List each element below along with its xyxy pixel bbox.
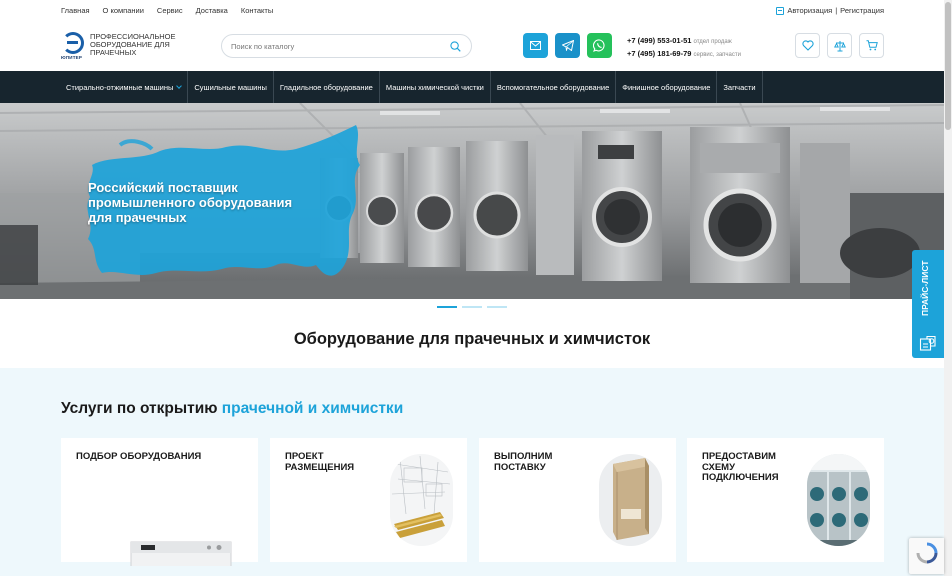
top-bar: Главная О компании Сервис Доставка Конта… (0, 0, 944, 20)
register-link[interactable]: Регистрация (840, 6, 884, 15)
delivery-box-image (599, 454, 662, 546)
slider-dot-2[interactable] (462, 306, 482, 308)
telegram-button[interactable] (555, 33, 580, 58)
search-box (221, 34, 472, 58)
phone-sales[interactable]: +7 (499) 553-01-51 (627, 36, 691, 45)
slider-dot-3[interactable] (487, 306, 507, 308)
services-title: Услуги по открытию прачечной и химчистки (61, 400, 403, 418)
logo[interactable]: ЮПИТЕР Профессиональное оборудование для… (61, 32, 180, 60)
chevron-down-icon (176, 82, 183, 89)
service-card-label: Подбор оборудования (76, 451, 202, 462)
header: ЮПИТЕР Профессиональное оборудование для… (0, 20, 944, 71)
slider-dots (0, 306, 944, 308)
top-nav-about[interactable]: О компании (103, 6, 144, 15)
phone-sales-note: отдел продаж (693, 39, 732, 45)
whatsapp-button[interactable] (587, 33, 612, 58)
heart-icon (801, 40, 814, 51)
main-nav-ironing[interactable]: Гладильное оборудование (274, 71, 380, 103)
mail-icon (530, 41, 541, 50)
cart-icon (866, 40, 878, 51)
email-button[interactable] (523, 33, 548, 58)
service-card-connection[interactable]: Предоставим схему подключения (687, 438, 884, 562)
auth-separator: | (835, 6, 838, 15)
compare-scales-icon (833, 40, 846, 51)
main-nav-auxiliary[interactable]: Вспомогательное оборудование (491, 71, 617, 103)
main-nav-spare-parts[interactable]: Запчасти (717, 71, 763, 103)
main-nav-dryers[interactable]: Сушильные машины (188, 71, 274, 103)
search-icon[interactable] (450, 41, 461, 52)
service-card-delivery[interactable]: Выполним поставку (479, 438, 676, 562)
login-link[interactable]: Авторизация (787, 6, 832, 15)
auth-links: Авторизация | Регистрация (776, 6, 884, 15)
top-nav: Главная О компании Сервис Доставка Конта… (61, 6, 273, 15)
service-card-label: Проект размещения (285, 451, 355, 473)
page-scrollbar[interactable] (944, 0, 952, 576)
login-icon (776, 6, 785, 15)
slider-dot-1[interactable] (437, 306, 457, 308)
telegram-icon (561, 40, 574, 51)
main-nav-washers-label: Стирально-отжимные машины (66, 82, 174, 92)
phone-service-note: сервис, запчасти (693, 52, 741, 58)
washing-machine-image (130, 541, 232, 566)
service-card-selection[interactable]: Подбор оборудования (61, 438, 258, 566)
main-nav-dry-cleaning[interactable]: Машины химической чистки (380, 71, 491, 103)
blueprint-image (390, 454, 453, 546)
top-nav-service[interactable]: Сервис (157, 6, 183, 15)
hero-title: Российский поставщик промышленного обору… (88, 180, 293, 225)
main-nav-finishing[interactable]: Финишное оборудование (616, 71, 718, 103)
services-title-plain: Услуги по открытию (61, 400, 222, 417)
compare-button[interactable] (827, 33, 852, 58)
service-card-label: Выполним поставку (494, 451, 553, 473)
recaptcha-icon (916, 542, 938, 564)
service-card-layout[interactable]: Проект размещения (270, 438, 467, 562)
price-list-icon (919, 335, 936, 351)
laundromat-image (807, 454, 870, 546)
price-list-tab[interactable]: ПРАЙС-ЛИСТ (912, 250, 944, 358)
services-title-accent: прачечной и химчистки (221, 400, 404, 417)
search-input[interactable] (231, 40, 441, 53)
cart-button[interactable] (859, 33, 884, 58)
phones: +7 (499) 553-01-51 отдел продаж +7 (495)… (627, 35, 741, 61)
service-card-label: Предоставим схему подключения (702, 451, 779, 483)
logo-word: ЮПИТЕР (61, 55, 83, 60)
top-nav-delivery[interactable]: Доставка (196, 6, 228, 15)
logo-mark-icon: ЮПИТЕР (61, 32, 85, 60)
favorites-button[interactable] (795, 33, 820, 58)
phone-service[interactable]: +7 (495) 181-69-79 (627, 49, 691, 58)
recaptcha-badge[interactable] (909, 538, 944, 574)
whatsapp-icon (593, 39, 605, 52)
services-section: Услуги по открытию прачечной и химчистки… (0, 368, 944, 576)
main-nav: Стирально-отжимные машины Сушильные маши… (0, 71, 944, 103)
logo-text: Профессиональное оборудование для прачеч… (90, 32, 176, 57)
section-title: Оборудование для прачечных и химчисток (293, 330, 651, 348)
main-nav-washers[interactable]: Стирально-отжимные машины (61, 71, 189, 103)
top-nav-contacts[interactable]: Контакты (241, 6, 273, 15)
top-nav-home[interactable]: Главная (61, 6, 90, 15)
scrollbar-thumb[interactable] (945, 2, 951, 130)
hero-banner[interactable]: Российский поставщик промышленного обору… (0, 103, 944, 299)
price-list-label: ПРАЙС-ЛИСТ (920, 260, 930, 316)
